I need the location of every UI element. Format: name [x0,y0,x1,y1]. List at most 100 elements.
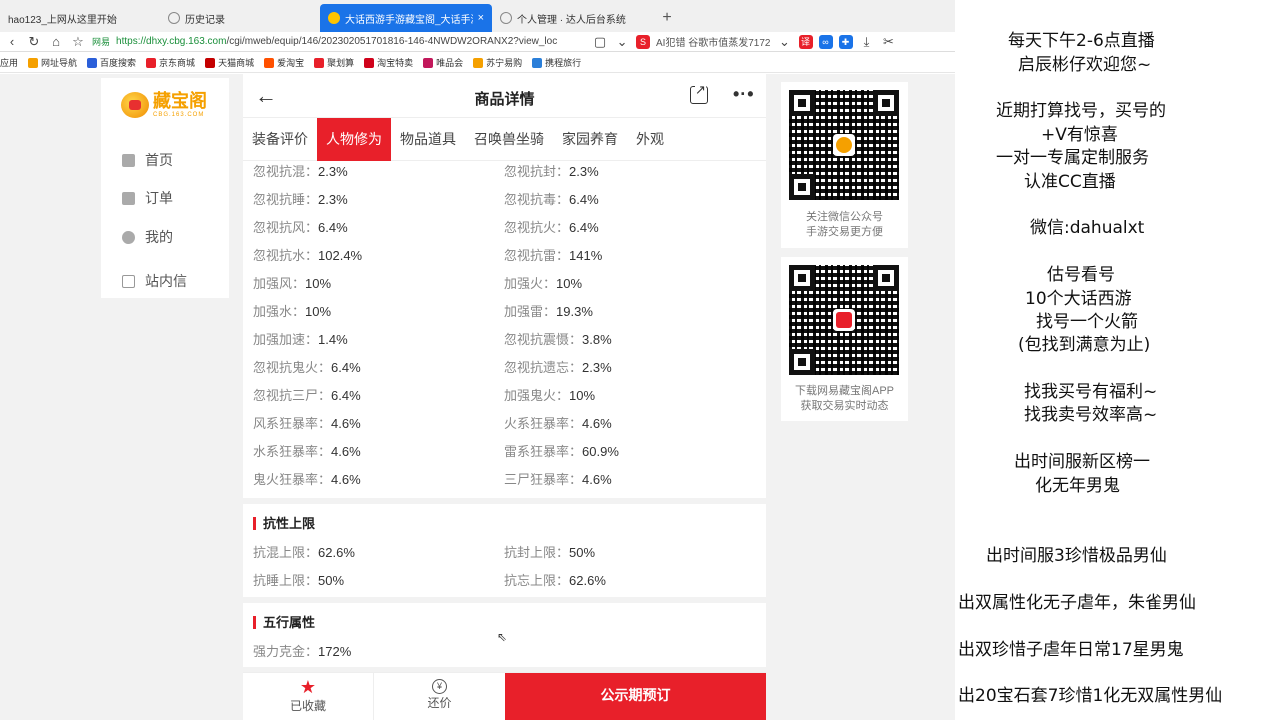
qr-finder [789,90,815,116]
attribute-value: 4.6% [582,472,612,487]
attribute-row: 忽视抗混：2.3% 忽视抗封：2.3% [243,161,766,189]
tab-items[interactable]: 物品道具 [391,118,465,161]
bookmark-star-icon[interactable]: ☆ [70,34,86,50]
attribute-value: 19.3% [556,304,593,319]
order-icon [122,191,135,205]
attribute-row: 忽视抗鬼火：6.4% 忽视抗遗忘：2.3% [243,357,766,385]
reload-icon[interactable]: ↻ [26,34,42,50]
favorite-button[interactable]: ★ 已收藏 [243,673,374,720]
back-icon[interactable]: ‹ [4,34,20,49]
attribute-value: 10% [305,276,332,291]
site-logo[interactable]: 藏宝阁 CBG.163.COM [121,92,207,118]
bookmark-icon [532,57,543,68]
browser-tab[interactable]: hao123_上网从这里开始 [0,4,160,32]
bookmark-item[interactable]: 应用 [0,56,18,69]
extension-icon[interactable]: ∞ [818,34,833,49]
attribute-value: 6.4% [318,220,348,235]
attribute-cell: 忽视抗睡：2.3% [253,189,348,208]
bookmark-item[interactable]: 聚划算 [314,56,354,69]
bookmark-item[interactable]: 携程旅行 [532,56,581,69]
attribute-value: 10% [305,304,332,319]
close-icon[interactable]: × [478,12,484,24]
qr-finder [789,349,815,375]
tab-title: 个人管理 · 达人后台系统 [517,14,626,26]
nav-label: 站内信 [145,273,187,289]
bargain-button[interactable]: ¥ 还价 [374,673,505,720]
url-input[interactable]: https://dhxy.cbg.163.com/cgi/mweb/equip/… [116,36,586,47]
chevron-down-icon[interactable]: ⌄ [614,34,630,50]
browser-tab[interactable]: 历史记录 [160,4,320,32]
attribute-value: 6.4% [331,388,361,403]
more-icon[interactable]: •·• [733,84,755,105]
scissors-icon[interactable]: ✂ [881,34,897,50]
puzzle-icon[interactable]: ✚ [838,34,853,49]
attribute-key: 忽视抗火： [504,220,570,235]
attribute-key: 雷系狂暴率： [504,444,583,459]
bookmark-icon [146,57,157,68]
attribute-key: 加强水： [253,304,306,319]
nav-item-orders[interactable]: 订单 [122,188,173,208]
qr-logo-icon [833,309,855,331]
tab-appearance[interactable]: 外观 [627,118,673,161]
bookmark-icon [264,57,275,68]
qr-caption: 下载网易藏宝阁APP 获取交易实时动态 [781,384,908,414]
bookmark-item[interactable]: 网址导航 [28,56,77,69]
attribute-key: 忽视抗水： [253,248,319,263]
overlay-line: 估号看号 [1047,265,1115,285]
tab-character-cultivation[interactable]: 人物修为 [317,117,391,161]
attribute-key: 忽视抗混： [253,164,319,179]
url-host: https://dhxy.cbg.163.com [116,36,227,47]
product-detail: ← 商品详情 •·• 装备评价 人物修为 物品道具 召唤兽坐骑 家园养育 外观 … [243,74,766,720]
bookmark-item[interactable]: 苏宁易购 [473,56,522,69]
mail-icon [122,274,135,288]
news-icon[interactable]: S [636,34,651,49]
bookmark-item[interactable]: 天猫商城 [205,56,254,69]
bookmark-item[interactable]: 京东商城 [146,56,195,69]
tab-home[interactable]: 家园养育 [553,118,627,161]
reserve-button[interactable]: 公示期预订 [505,673,766,720]
attribute-cell: 抗睡上限：50% [253,570,344,589]
share-icon[interactable] [690,83,708,104]
attribute-cell: 忽视抗水：102.4% [253,245,362,264]
bookmark-icon [28,57,39,68]
qr-finder [789,174,815,200]
tab-pets-mounts[interactable]: 召唤兽坐骑 [465,118,553,161]
attribute-key: 抗睡上限： [253,573,319,588]
nav-item-messages[interactable]: 站内信 [122,271,187,291]
bookmark-item[interactable]: 唯品会 [423,56,463,69]
bookmark-item[interactable]: 淘宝特卖 [364,56,413,69]
bookmark-item[interactable]: 爱淘宝 [264,56,304,69]
attribute-cell: 加强水：10% [253,301,331,320]
browser-tab[interactable]: 个人管理 · 达人后台系统 [492,4,652,32]
bookmark-item[interactable]: 百度搜索 [87,56,136,69]
overlay-line: 找我买号有福利~ [1024,382,1158,402]
browser-tab-active[interactable]: 大话西游手游藏宝阁_大话手游交易 × [320,4,492,32]
nav-item-mine[interactable]: 我的 [122,227,173,247]
tab-equipment-rating[interactable]: 装备评价 [243,118,317,161]
nav-item-home[interactable]: 首页 [122,150,173,170]
new-tab-button[interactable]: + [652,4,682,32]
page-icon[interactable]: ▢ [592,34,608,50]
attribute-value: 2.3% [318,192,348,207]
attribute-key: 强力克金： [253,644,319,659]
home-icon [122,153,135,167]
attribute-key: 忽视抗雷： [504,248,570,263]
attribute-key: 忽视抗封： [504,164,570,179]
attribute-row: 忽视抗三尸：6.4% 加强鬼火：10% [243,385,766,413]
download-icon[interactable]: ⤓ [859,34,875,50]
attribute-row: 加强水：10% 加强雷：19.3% [243,301,766,329]
chevron-down-icon[interactable]: ⌄ [777,34,793,50]
bookmark-label: 淘宝特卖 [377,58,414,68]
attribute-value: 1.4% [318,332,348,347]
attribute-list: 忽视抗混：2.3% 忽视抗封：2.3% 忽视抗睡：2.3% 忽视抗毒：6.4% … [243,161,766,498]
attribute-value: 3.8% [582,332,612,347]
attribute-value: 2.3% [318,164,348,179]
attribute-row: 水系狂暴率：4.6% 雷系狂暴率：60.9% [243,441,766,469]
news-ticker[interactable]: AI犯错 谷歌市值蒸发7172 [656,34,770,49]
home-icon[interactable]: ⌂ [48,34,64,49]
attribute-key: 忽视抗风： [253,220,319,235]
overlay-line: 找号一个火箭 [1036,312,1138,332]
extension-icon[interactable]: 译 [798,34,813,49]
nav-label: 我的 [145,229,173,245]
qr-finder [873,265,899,291]
